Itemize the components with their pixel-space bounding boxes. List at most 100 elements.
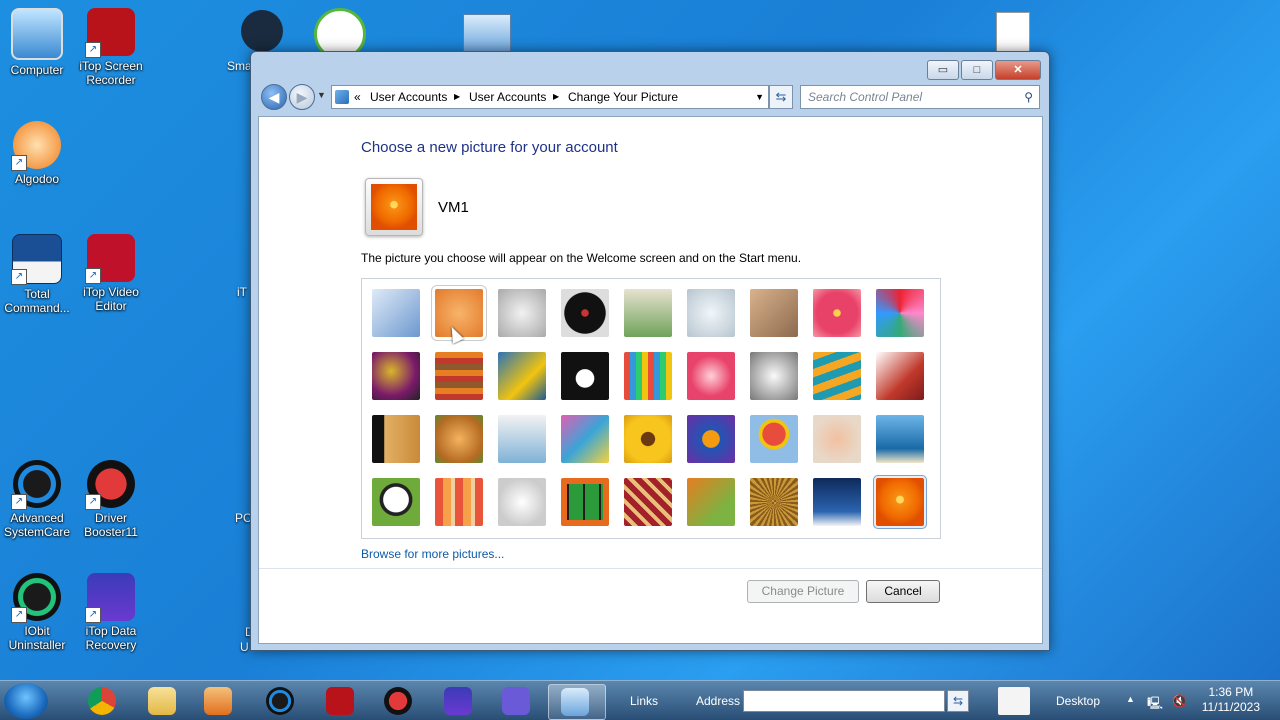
desktop-icon-itop-video-editor[interactable]: ↗ iTop Video Editor [71,234,151,313]
picture-leaf[interactable] [498,352,546,400]
picture-description: The picture you choose will appear on th… [361,251,802,265]
change-picture-window: ▭ □ ✕ ◀ ▶ ▼ « User Accounts ▶ User Accou… [250,51,1050,651]
taskbar-p-app[interactable] [490,684,542,718]
desktop-icon-iobit-uninstaller[interactable]: ↗ IObit Uninstaller [0,573,77,652]
desktop-icon-advanced-systemcare[interactable]: ↗ Advanced SystemCare [0,460,77,539]
breadcrumb-separator[interactable]: ▶ [553,86,559,108]
breadcrumb-separator[interactable]: ▶ [454,86,460,108]
taskbar-data-recovery[interactable] [432,684,484,718]
address-toolbar-label: Address [696,694,741,708]
clock[interactable]: 1:36 PM 11/11/2023 [1202,685,1260,715]
picture-lighthouse[interactable] [813,478,861,526]
back-button[interactable]: ◀ [261,84,287,110]
recent-pages-dropdown[interactable]: ▼ [317,90,326,100]
picture-fish[interactable] [687,415,735,463]
links-toolbar[interactable]: Links [630,694,658,708]
picture-textile[interactable] [624,478,672,526]
picture-gyroscope[interactable] [687,289,735,337]
picture-tin-robot[interactable] [498,415,546,463]
search-icon[interactable]: ⚲ [1024,86,1033,108]
picture-robot-toy[interactable] [498,289,546,337]
desktop-icon-computer[interactable]: Computer [0,8,77,77]
address-dropdown-icon[interactable]: ▼ [755,86,764,108]
taskbar-screen-recorder[interactable] [314,684,366,718]
address-bar[interactable]: « User Accounts ▶ User Accounts ▶ Change… [331,85,769,109]
taskbar-chrome[interactable] [76,684,128,718]
refresh-button[interactable]: ⇆ [769,85,793,109]
picture-window-box[interactable] [561,478,609,526]
close-button[interactable]: ✕ [995,60,1041,80]
picture-pinwheel[interactable] [876,289,924,337]
start-button[interactable] [4,683,48,719]
desktop-icon-total-commander[interactable]: ↗ Total Command... [0,234,77,315]
picture-roller-coaster[interactable] [372,289,420,337]
change-picture-button[interactable]: Change Picture [747,580,859,603]
picture-hot-air-balloon[interactable] [750,415,798,463]
desktop-icon-itop-screen-recorder[interactable]: ↗ iTop Screen Recorder [71,8,151,87]
picture-dog[interactable] [561,352,609,400]
picture-fabric[interactable] [435,352,483,400]
maximize-button[interactable]: □ [961,60,993,80]
minimize-button[interactable]: ▭ [927,60,959,80]
floppy-icon: ↗ [11,234,62,285]
breadcrumb-user-accounts-2[interactable]: User Accounts [469,86,546,108]
volume-muted-icon[interactable]: 🔇 [1172,694,1187,708]
picture-star-ornament[interactable] [687,352,735,400]
desktop-icon-document[interactable] [996,12,1030,54]
desktop-icon-partial-label: Sma [227,59,252,73]
taskbar-control-panel[interactable] [548,684,606,720]
network-icon[interactable]: 🖳 [1147,694,1163,715]
picture-soccer-ball[interactable] [372,478,420,526]
picture-paper-crane[interactable] [876,352,924,400]
picture-sailboat[interactable] [876,415,924,463]
picture-lucky-cat[interactable] [624,289,672,337]
browse-more-pictures-link[interactable]: Browse for more pictures... [361,547,504,561]
picture-record-player[interactable] [561,289,609,337]
divider [259,568,1042,569]
picture-stairs[interactable] [813,352,861,400]
search-box[interactable]: Search Control Panel ⚲ [800,85,1040,109]
picture-pink-flower[interactable] [813,289,861,337]
picture-basket[interactable] [750,478,798,526]
breadcrumb-change-your-picture[interactable]: Change Your Picture [568,86,678,108]
picture-jacks[interactable] [750,352,798,400]
uninstaller-icon: ↗ [11,573,61,623]
desktop-icon-algodoo[interactable]: ↗ Algodoo [0,121,77,186]
breadcrumb-overflow[interactable]: « [354,86,361,108]
picture-scarves[interactable] [561,415,609,463]
picture-pomeranian[interactable] [435,415,483,463]
taskbar-go-button[interactable]: ⇆ [947,690,969,712]
picture-daruma[interactable] [813,415,861,463]
desktop-icon-label: Driver Booster11 [84,511,138,539]
picture-ball[interactable] [372,352,420,400]
desktop-icon-partial-1[interactable] [241,10,283,52]
taskbar-driver-booster[interactable] [372,684,424,718]
desktop-icon-control-panel[interactable] [463,14,511,54]
breadcrumb-user-accounts-1[interactable]: User Accounts [370,86,447,108]
taskbar-explorer[interactable] [136,684,188,718]
taskbar-address-input[interactable] [743,690,945,712]
desktop-icon-driver-booster[interactable]: ↗ Driver Booster11 [71,460,151,539]
picture-kitten[interactable] [750,289,798,337]
page-title: Choose a new picture for your account [361,139,618,156]
computer-icon [11,8,63,60]
cancel-button[interactable]: Cancel [866,580,940,603]
picture-butterfly[interactable] [687,478,735,526]
picture-stripes[interactable] [435,478,483,526]
desktop-icon-itop-data-recovery[interactable]: ↗ iTop Data Recovery [71,573,151,652]
taskbar-pen-icon[interactable] [998,687,1030,715]
picture-orange-flower[interactable] [873,475,927,529]
content-pane: Choose a new picture for your account VM… [258,116,1043,644]
taskbar-systemcare[interactable] [254,684,306,718]
chrome-icon [88,687,116,715]
desktop-toolbar[interactable]: Desktop [1056,694,1100,708]
navigation-bar: ◀ ▶ ▼ « User Accounts ▶ User Accounts ▶ … [259,84,1041,110]
taskbar-media-player[interactable] [192,684,244,718]
picture-crayons[interactable] [624,352,672,400]
picture-guitar[interactable] [372,415,420,463]
picture-marbles[interactable] [498,478,546,526]
control-panel-icon [561,688,589,716]
picture-sunflower[interactable] [624,415,672,463]
forward-button[interactable]: ▶ [289,84,315,110]
show-hidden-icons[interactable]: ▲ [1126,694,1135,704]
